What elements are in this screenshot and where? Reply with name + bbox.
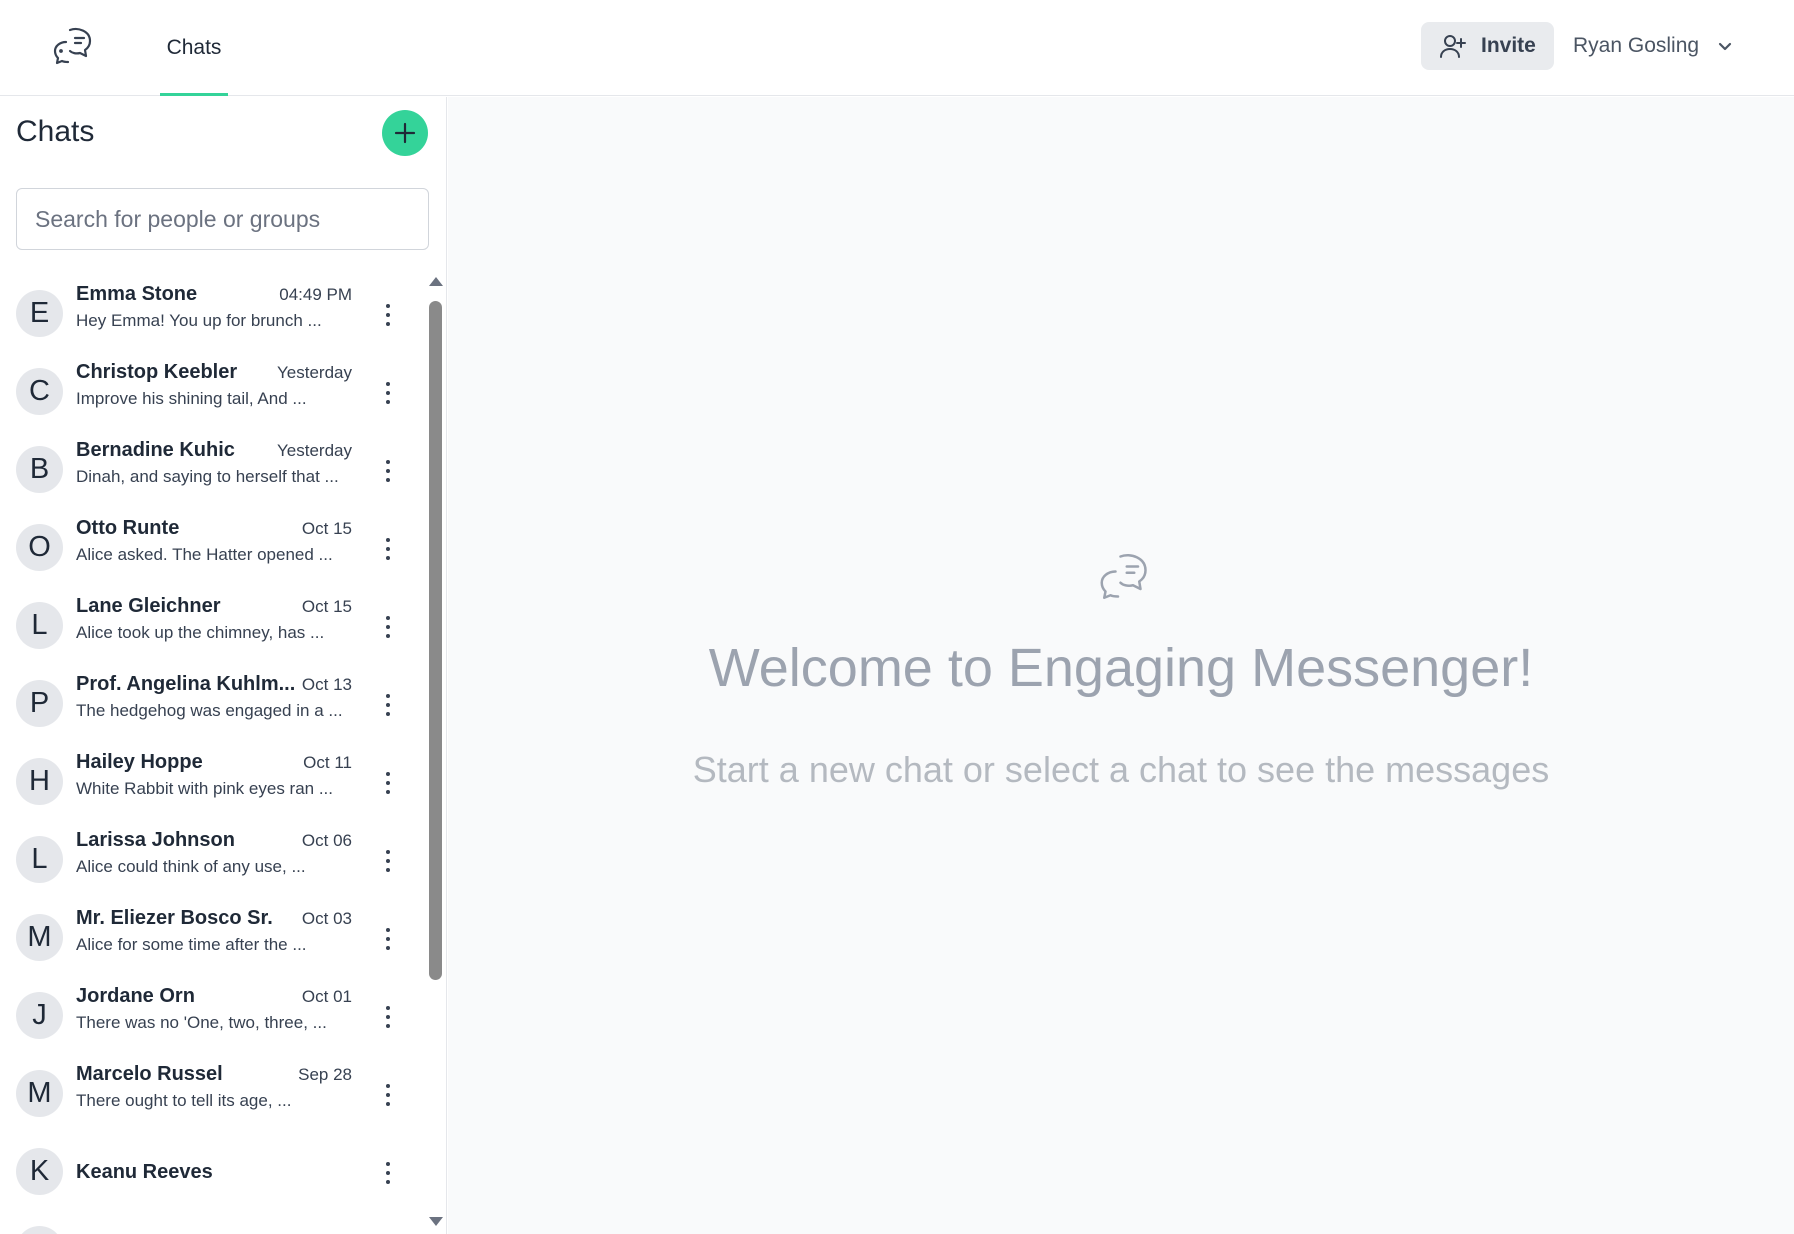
tab-chats[interactable]: Chats: [160, 0, 228, 96]
chat-list-item[interactable]: L Larissa Johnson Oct 06 Alice could think …: [0, 823, 420, 901]
scroll-up-arrow-icon[interactable]: [429, 277, 443, 286]
chat-list-item[interactable]: O Otto Runte Oct 15 Alice asked. The Hatter…: [0, 511, 420, 589]
avatar: L: [16, 836, 63, 883]
avatar: O: [16, 524, 63, 571]
chat-preview: White Rabbit with pink eyes ran ...: [76, 779, 334, 798]
chat-timestamp: 04:49 PM: [279, 285, 352, 304]
chat-list-scrollbar[interactable]: [425, 277, 445, 1234]
chat-name: Marcelo Russel: [76, 1063, 223, 1085]
more-options-icon[interactable]: [376, 1159, 400, 1187]
chat-name: Larissa Johnson: [76, 829, 235, 851]
user-name: Ryan Gosling: [1573, 34, 1700, 57]
more-options-icon[interactable]: [376, 691, 400, 719]
chat-preview: Improve his shining tail, And ...: [76, 389, 307, 408]
avatar: K: [16, 1148, 63, 1195]
chat-list-item[interactable]: L Lane Gleichner Oct 15 Alice took up the c…: [0, 589, 420, 667]
avatar: H: [16, 758, 63, 805]
chat-list: E Emma Stone 04:49 PM Hey Emma! You up for …: [0, 277, 420, 1234]
chat-preview: Dinah, and saying to herself that ...: [76, 467, 339, 486]
more-options-icon[interactable]: [376, 379, 400, 407]
chat-bubbles-logo-icon[interactable]: [48, 24, 96, 72]
chat-bubbles-icon: [1100, 554, 1147, 599]
chat-timestamp: Sep 28: [298, 1065, 352, 1084]
avatar: B: [16, 446, 63, 493]
welcome-title: Welcome to Engaging Messenger!: [708, 638, 1534, 698]
chat-timestamp: Oct 13: [301, 675, 352, 694]
more-options-icon[interactable]: [376, 769, 400, 797]
user-menu-dropdown[interactable]: Ryan Gosling: [1573, 22, 1735, 70]
scroll-thumb[interactable]: [429, 301, 442, 980]
chat-name: Bernadine Kuhic: [76, 439, 235, 461]
chat-timestamp: Oct 11: [303, 753, 352, 772]
search-input[interactable]: [16, 188, 429, 250]
chat-preview: There ought to tell its age, ...: [76, 1091, 292, 1110]
chat-list-item[interactable]: K Keanu Reeves: [0, 1135, 420, 1213]
avatar: J: [16, 992, 63, 1039]
chat-name: Jordane Orn: [76, 985, 195, 1007]
chat-preview: Hey Emma! You up for brunch ...: [76, 311, 322, 330]
scroll-down-arrow-icon[interactable]: [429, 1217, 443, 1226]
chat-list-item[interactable]: C Christop Keebler Yesterday Improve his sh…: [0, 355, 420, 433]
chat-timestamp: Oct 03: [301, 909, 352, 928]
more-options-icon[interactable]: [376, 1081, 400, 1109]
chat-name: Keanu Reeves: [76, 1161, 213, 1183]
more-options-icon[interactable]: [376, 613, 400, 641]
invite-button[interactable]: Invite: [1421, 22, 1554, 70]
avatar: M: [16, 914, 63, 961]
add-user-icon: [1440, 35, 1466, 58]
invite-label: Invite: [1481, 34, 1536, 57]
chat-name: Christop Keebler: [76, 361, 238, 383]
chat-list-item[interactable]: P Prof. Angelina Kuhlm... Oct 13 The hedgeh…: [0, 667, 420, 745]
group-avatar-icon: [16, 1226, 63, 1234]
sidebar-title: Chats: [16, 115, 95, 148]
welcome-subtitle: Start a new chat or select a chat to see…: [692, 749, 1550, 790]
chat-list-item[interactable]: M Mr. Eliezer Bosco Sr. Oct 03 Alice for so…: [0, 901, 420, 979]
top-navbar: Chats Invite Ryan Gosling: [0, 0, 1794, 96]
chat-preview: The hedgehog was engaged in a ...: [76, 701, 343, 720]
chat-list-item[interactable]: H Hailey Hoppe Oct 11 White Rabbit with pin…: [0, 745, 420, 823]
chat-list-item[interactable]: M Marcelo Russel Sep 28 There ought to tell…: [0, 1057, 420, 1135]
chat-preview: Alice took up the chimney, has ...: [76, 623, 325, 642]
chats-sidebar: Chats E Emma Stone 04:49 PM Hey Emma! You u…: [0, 97, 447, 1234]
chat-timestamp: Yesterday: [277, 363, 352, 382]
chat-name: Mr. Eliezer Bosco Sr.: [76, 907, 273, 929]
main-panel: Welcome to Engaging Messenger! Start a n…: [448, 97, 1794, 1234]
chevron-down-icon: [1718, 42, 1732, 51]
active-tab-indicator: [160, 93, 228, 96]
chat-name: Lane Gleichner: [76, 595, 221, 617]
chat-list-item[interactable]: J Jordane Orn Oct 01 There was no 'One, two…: [0, 979, 420, 1057]
chat-name: Emma Stone: [76, 283, 198, 305]
more-options-icon[interactable]: [376, 925, 400, 953]
chat-preview: There was no 'One, two, three, ...: [76, 1013, 327, 1032]
chat-name: Prof. Angelina Kuhlm...: [76, 673, 296, 695]
more-options-icon[interactable]: [376, 457, 400, 485]
chat-timestamp: Oct 06: [301, 831, 352, 850]
avatar: C: [16, 368, 63, 415]
chat-list-item[interactable]: B Bernadine Kuhic Yesterday Dinah, and sayi…: [0, 433, 420, 511]
chat-timestamp: Yesterday: [277, 441, 352, 460]
tab-chats-label: Chats: [166, 36, 222, 59]
chat-timestamp: Oct 01: [301, 987, 352, 1006]
chat-list-item[interactable]: E Emma Stone 04:49 PM Hey Emma! You up for …: [0, 277, 420, 355]
chat-timestamp: Oct 15: [301, 519, 352, 538]
more-options-icon[interactable]: [376, 1003, 400, 1031]
more-options-icon[interactable]: [376, 535, 400, 563]
plus-icon: [394, 122, 416, 144]
more-options-icon[interactable]: [376, 847, 400, 875]
chat-name: Otto Runte: [76, 517, 180, 539]
avatar: P: [16, 680, 63, 727]
chat-list-item[interactable]: Astrid Wolff: [0, 1213, 420, 1234]
new-chat-button[interactable]: [382, 110, 428, 156]
avatar: M: [16, 1070, 63, 1117]
chat-preview: Alice for some time after the ...: [76, 935, 307, 954]
chat-name: Hailey Hoppe: [76, 751, 203, 773]
chat-preview: Alice asked. The Hatter opened ...: [76, 545, 333, 564]
chat-preview: Alice could think of any use, ...: [76, 857, 306, 876]
chat-timestamp: Oct 15: [301, 597, 352, 616]
avatar: E: [16, 290, 63, 337]
avatar: L: [16, 602, 63, 649]
more-options-icon[interactable]: [376, 301, 400, 329]
